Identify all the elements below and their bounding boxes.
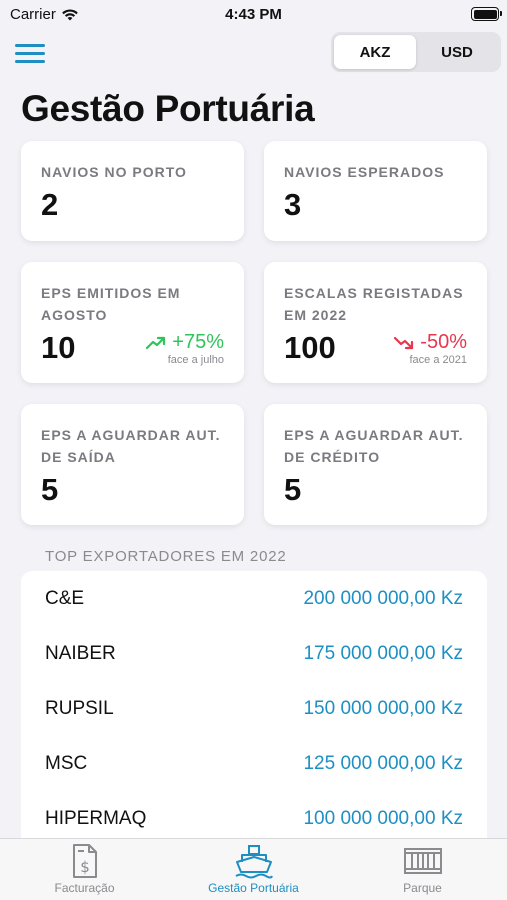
exporter-amount: 200 000 000,00 Kz xyxy=(303,587,463,609)
ship-icon xyxy=(234,845,273,879)
invoice-icon: $ xyxy=(72,844,97,878)
list-item[interactable]: RUPSIL 150 000 000,00 Kz xyxy=(21,681,487,736)
exporter-name: C&E xyxy=(45,587,85,609)
card-value: 10 xyxy=(41,330,76,365)
card-value: 5 xyxy=(284,472,302,507)
tab-label: Gestão Portuária xyxy=(208,881,299,895)
exporter-amount: 125 000 000,00 Kz xyxy=(303,752,463,774)
card-value: 5 xyxy=(41,472,59,507)
trend-indicator: -50% face a 2021 xyxy=(394,331,467,366)
exporter-name: NAIBER xyxy=(45,642,116,664)
currency-option-akz[interactable]: AKZ xyxy=(334,35,416,69)
list-item[interactable]: NAIBER 175 000 000,00 Kz xyxy=(21,626,487,681)
stat-card-eps-issued[interactable]: EPs EMITIDOS EM AGOSTO 10 +75% face a ju… xyxy=(21,262,244,383)
trend-note: face a julho xyxy=(167,354,224,366)
card-label: EPs A AGUARDAR AUT. DE SAÍDA xyxy=(41,427,221,465)
page-title: Gestão Portuária xyxy=(21,88,315,129)
stat-card-ships-in-port[interactable]: NAVIOS NO PORTO 2 xyxy=(21,141,244,241)
trend-value: -50% xyxy=(420,331,467,353)
trend-indicator: +75% face a julho xyxy=(146,331,224,366)
card-value: 100 xyxy=(284,330,336,365)
card-label: ESCALAS REGISTADAS EM 2022 xyxy=(284,285,464,323)
container-icon xyxy=(403,848,442,874)
currency-option-usd[interactable]: USD xyxy=(416,35,498,69)
card-label: NAVIOS NO PORTO xyxy=(41,164,187,180)
trend-note: face a 2021 xyxy=(409,354,468,366)
exporter-amount: 150 000 000,00 Kz xyxy=(303,697,463,719)
stat-card-expected-ships[interactable]: NAVIOS ESPERADOS 3 xyxy=(264,141,487,241)
exporter-amount: 175 000 000,00 Kz xyxy=(303,642,463,664)
tab-label: Parque xyxy=(403,881,442,895)
stat-card-awaiting-credit[interactable]: EPs A AGUARDAR AUT. DE CRÉDITO 5 xyxy=(264,404,487,525)
card-label: NAVIOS ESPERADOS xyxy=(284,164,445,180)
card-value: 2 xyxy=(41,187,59,222)
tab-parque[interactable]: Parque xyxy=(338,839,507,900)
trend-up-icon xyxy=(146,336,166,349)
hamburger-icon-line xyxy=(15,59,45,63)
trend-value: +75% xyxy=(172,331,224,353)
tab-facturacao[interactable]: $ Facturação xyxy=(0,839,169,900)
card-label: EPs A AGUARDAR AUT. DE CRÉDITO xyxy=(284,427,464,465)
hamburger-icon xyxy=(15,43,45,47)
stat-card-registered-calls[interactable]: ESCALAS REGISTADAS EM 2022 100 -50% face… xyxy=(264,262,487,383)
exporters-list: C&E 200 000 000,00 Kz NAIBER 175 000 000… xyxy=(21,571,487,841)
battery-icon xyxy=(471,7,502,21)
card-value: 3 xyxy=(284,187,302,222)
tab-label: Facturação xyxy=(54,881,115,895)
tab-gestao-portuaria[interactable]: Gestão Portuária xyxy=(169,839,338,900)
stat-card-awaiting-exit[interactable]: EPs A AGUARDAR AUT. DE SAÍDA 5 xyxy=(21,404,244,525)
status-bar: Carrier 4:43 PM xyxy=(0,0,507,30)
clock: 4:43 PM xyxy=(225,6,282,23)
trend-down-icon xyxy=(394,336,414,349)
exporter-name: RUPSIL xyxy=(45,697,114,719)
tab-bar: $ Facturação Gestão Portuária Parque xyxy=(0,838,507,900)
exporter-amount: 100 000 000,00 Kz xyxy=(303,807,463,829)
list-item[interactable]: MSC 125 000 000,00 Kz xyxy=(21,736,487,791)
currency-toggle[interactable]: AKZ USD xyxy=(331,32,501,72)
menu-button[interactable] xyxy=(15,40,47,66)
list-item[interactable]: HIPERMAQ 100 000 000,00 Kz xyxy=(21,791,487,841)
list-item[interactable]: C&E 200 000 000,00 Kz xyxy=(21,571,487,626)
card-label: EPs EMITIDOS EM AGOSTO xyxy=(41,285,181,323)
svg-text:$: $ xyxy=(80,858,90,876)
section-title: TOP EXPORTADORES EM 2022 xyxy=(45,548,287,565)
hamburger-icon-line xyxy=(15,51,45,55)
exporter-name: HIPERMAQ xyxy=(45,807,147,829)
exporter-name: MSC xyxy=(45,752,88,774)
